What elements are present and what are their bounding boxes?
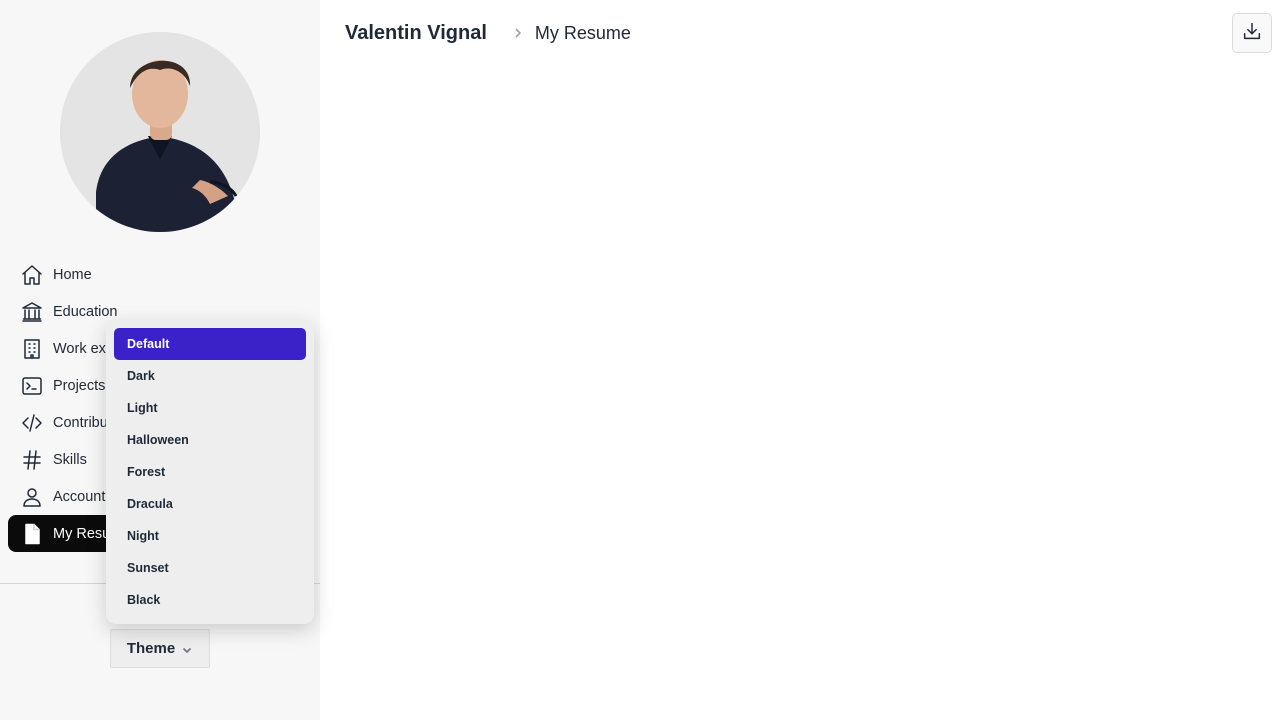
theme-option-sunset[interactable]: Sunset	[114, 552, 306, 584]
theme-button[interactable]: Theme	[110, 629, 210, 668]
page-owner-name[interactable]: Valentin Vignal	[345, 22, 487, 45]
theme-option-halloween[interactable]: Halloween	[114, 424, 306, 456]
sidebar-item-label: My Resu	[53, 525, 111, 542]
code-icon	[20, 411, 44, 435]
document-icon	[20, 522, 44, 546]
theme-button-label: Theme	[126, 640, 176, 657]
theme-option-dracula[interactable]: Dracula	[114, 488, 306, 520]
sidebar-item-label: Skills	[53, 451, 87, 468]
theme-option-default[interactable]: Default	[114, 328, 306, 360]
hash-icon	[20, 448, 44, 472]
sidebar-item-label: Work ex	[53, 340, 106, 357]
terminal-icon	[20, 374, 44, 398]
theme-option-dark[interactable]: Dark	[114, 360, 306, 392]
theme-option-forest[interactable]: Forest	[114, 456, 306, 488]
sidebar-item-label: Contribu	[53, 414, 108, 431]
download-icon	[1241, 20, 1263, 47]
user-icon	[20, 485, 44, 509]
bank-icon	[20, 300, 44, 324]
theme-dropdown-menu: Default Dark Light Halloween Forest Drac…	[106, 320, 314, 624]
profile-avatar	[60, 32, 260, 232]
chevron-down-icon	[181, 643, 193, 655]
sidebar-item-label: Home	[53, 266, 92, 283]
building-icon	[20, 337, 44, 361]
profile-photo	[60, 32, 260, 232]
page-title: My Resume	[534, 22, 631, 43]
theme-option-night[interactable]: Night	[114, 520, 306, 552]
sidebar-item-label: Account	[53, 488, 106, 505]
chevron-right-icon	[511, 26, 525, 40]
theme-option-black[interactable]: Black	[114, 584, 306, 616]
download-button[interactable]	[1232, 13, 1272, 53]
sidebar-item-label: Projects	[53, 377, 106, 394]
home-icon	[20, 263, 44, 287]
sidebar-item-home[interactable]: Home	[8, 256, 312, 293]
breadcrumb: Valentin Vignal My Resume	[345, 20, 631, 46]
sidebar-item-label: Education	[53, 303, 118, 320]
theme-option-light[interactable]: Light	[114, 392, 306, 424]
